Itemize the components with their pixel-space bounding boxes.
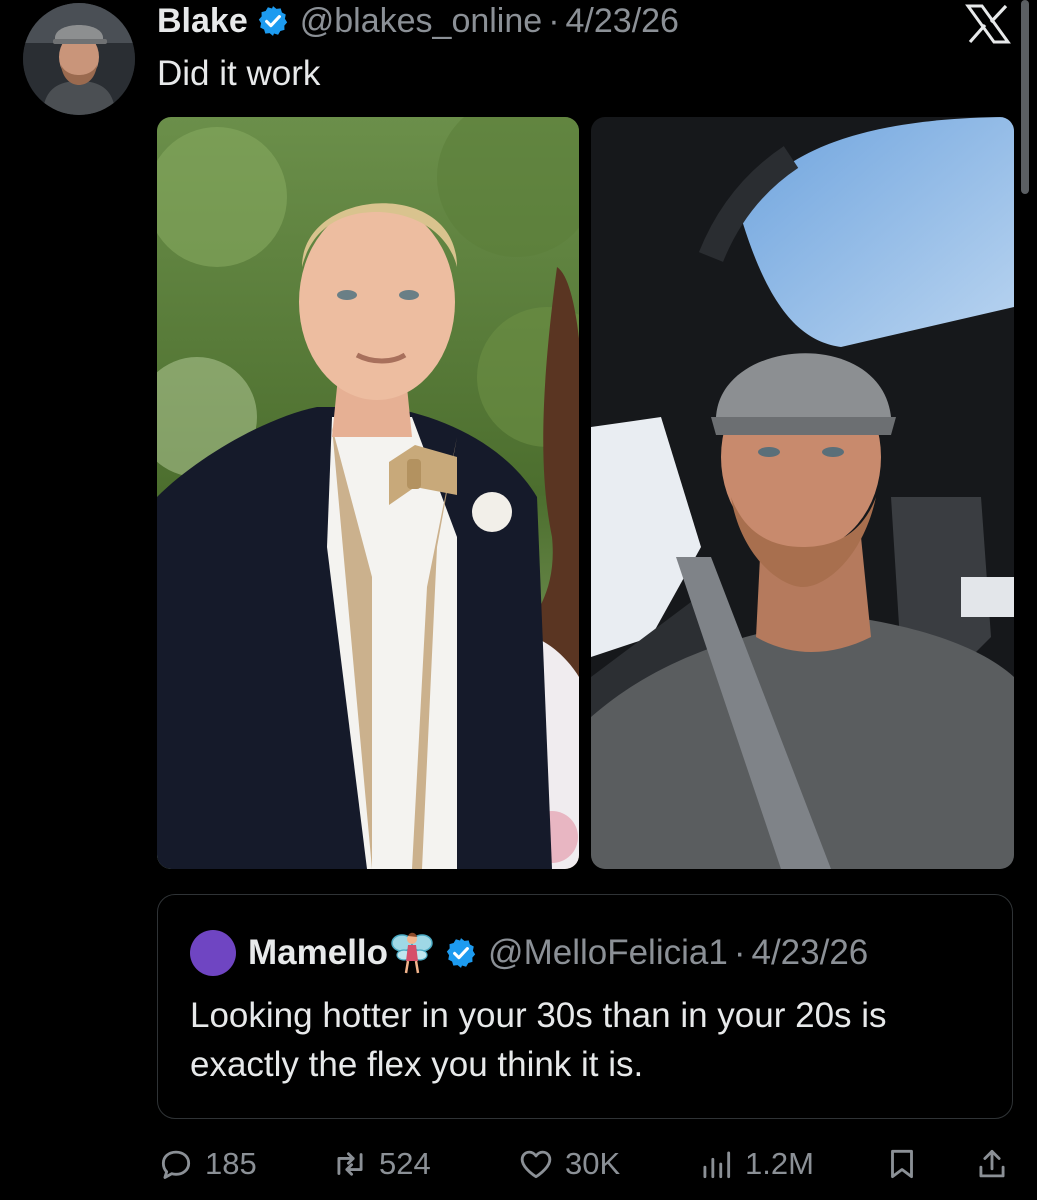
separator-dot: · bbox=[548, 2, 560, 40]
tweet-card: Blake @blakes_online · 4/23/26 Did it wo… bbox=[0, 0, 1037, 1200]
quote-author-avatar[interactable] bbox=[190, 930, 236, 976]
reply-count: 185 bbox=[205, 1146, 257, 1181]
quote-tweet[interactable]: Mamello @MelloFelicia1 · 4/23/26 Looking… bbox=[157, 894, 1013, 1119]
wedding-photo[interactable] bbox=[157, 117, 579, 869]
quote-text: Looking hotter in your 30s than in your … bbox=[190, 996, 887, 1084]
share-icon bbox=[979, 1149, 1005, 1178]
reply-button[interactable]: 185 bbox=[157, 1140, 257, 1188]
tweet-text: Did it work bbox=[157, 54, 321, 93]
author-avatar[interactable] bbox=[23, 3, 135, 115]
repost-button[interactable]: 524 bbox=[331, 1140, 431, 1188]
quote-header: Mamello @MelloFelicia1 · 4/23/26 bbox=[248, 929, 868, 977]
repost-count: 524 bbox=[379, 1146, 431, 1181]
like-button[interactable]: 30K bbox=[517, 1140, 620, 1188]
tweet-date[interactable]: 4/23/26 bbox=[566, 0, 679, 42]
quote-date[interactable]: 4/23/26 bbox=[751, 933, 868, 973]
action-bar: 185 524 30K 1.2M bbox=[157, 1140, 1017, 1188]
share-button[interactable] bbox=[973, 1140, 1011, 1188]
bookmark-button[interactable] bbox=[883, 1140, 921, 1188]
car-selfie-photo[interactable] bbox=[591, 117, 1014, 869]
author-name[interactable]: Blake bbox=[157, 0, 248, 42]
views-icon bbox=[703, 1151, 731, 1179]
like-icon bbox=[520, 1150, 552, 1179]
scrollbar[interactable] bbox=[1021, 0, 1029, 194]
verified-badge-icon bbox=[256, 4, 290, 38]
x-logo-icon bbox=[964, 4, 1012, 44]
like-count: 30K bbox=[565, 1146, 621, 1181]
view-count: 1.2M bbox=[745, 1146, 814, 1181]
author-handle[interactable]: @blakes_online bbox=[300, 0, 542, 42]
reply-icon bbox=[161, 1150, 191, 1179]
quote-author-name[interactable]: Mamello bbox=[248, 933, 388, 973]
repost-icon bbox=[337, 1152, 363, 1176]
bookmark-icon bbox=[891, 1149, 913, 1179]
fairy-emoji-icon bbox=[390, 929, 434, 977]
quote-author-handle[interactable]: @MelloFelicia1 bbox=[488, 933, 728, 973]
verified-badge-icon bbox=[444, 936, 478, 970]
tweet-header: Blake @blakes_online · 4/23/26 bbox=[157, 0, 679, 42]
separator-dot: · bbox=[733, 933, 746, 972]
views-button[interactable]: 1.2M bbox=[697, 1140, 814, 1188]
